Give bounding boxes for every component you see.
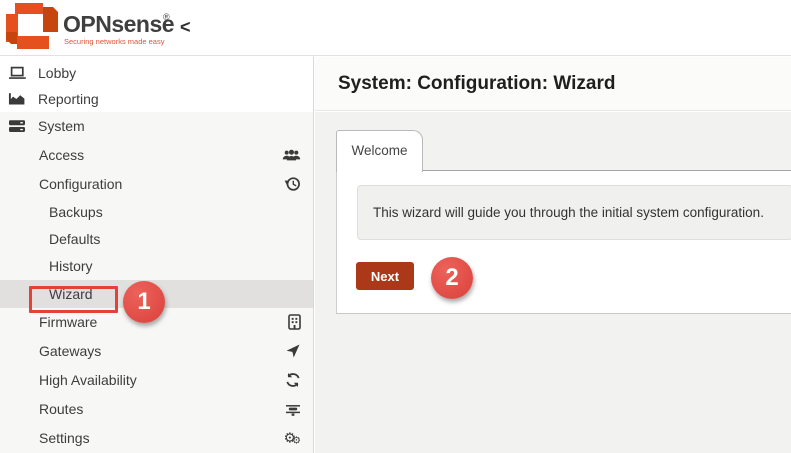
sidebar-item-label: Settings [39,430,90,446]
wizard-info-box: This wizard will guide you through the i… [357,185,791,240]
refresh-icon [285,372,301,388]
page-title: System: Configuration: Wizard [315,57,791,111]
wizard-info-text: This wizard will guide you through the i… [373,205,764,220]
header-bar: OPNsense ® Securing networks made easy < [0,0,791,56]
tab-welcome[interactable]: Welcome [336,130,423,172]
brand-tagline: Securing networks made easy [64,37,164,46]
sidebar-item-settings[interactable]: Settings ⚙ ⚙ [0,424,313,453]
registered-mark: ® [163,12,170,22]
sidebar-item-label: Wizard [49,286,93,302]
sliders-icon [285,401,301,417]
sidebar-item-label: High Availability [39,372,137,388]
sidebar-item-label: Firmware [39,314,97,330]
main-area: System: Configuration: Wizard Welcome Th… [315,57,791,453]
system-section: System Access Configuration [0,112,313,453]
sidebar-item-gateways[interactable]: Gateways [0,337,313,366]
sidebar-item-label: System [38,118,85,134]
sidebar-item-system[interactable]: System [0,112,313,141]
sidebar-item-label: Defaults [49,231,100,247]
gears-icon: ⚙ ⚙ [283,430,301,447]
tab-label: Welcome [351,143,407,158]
sidebar-item-configuration[interactable]: Configuration [0,170,313,199]
sidebar-item-label: Configuration [39,176,122,192]
opnsense-window: OPNsense ® Securing networks made easy <… [0,0,791,453]
laptop-icon [8,65,38,81]
building-icon [288,314,301,330]
sidebar-item-label: Backups [49,204,103,220]
location-arrow-icon [285,343,301,359]
server-icon [8,118,38,134]
tab-content-panel: This wizard will guide you through the i… [336,170,791,314]
sidebar-item-access[interactable]: Access [0,141,313,170]
content-area: Welcome This wizard will guide you throu… [315,112,791,453]
sidebar-item-label: Gateways [39,343,101,359]
sidebar-item-history[interactable]: History [0,253,313,280]
sidebar-item-reporting[interactable]: Reporting [0,86,313,112]
sidebar-item-label: Routes [39,401,83,417]
opnsense-logo-icon [6,3,58,54]
brand-name: OPNsense [63,11,174,38]
sidebar-item-label: Access [39,147,84,163]
sidebar-item-defaults[interactable]: Defaults [0,226,313,253]
users-icon [282,147,301,163]
sidebar-collapse-icon[interactable]: < [180,14,191,40]
sidebar-item-label: History [49,258,93,274]
sidebar-item-backups[interactable]: Backups [0,199,313,226]
sidebar-item-firmware[interactable]: Firmware [0,308,313,337]
sidebar-item-lobby[interactable]: Lobby [0,60,313,86]
history-icon [284,176,301,192]
sidebar-item-high-availability[interactable]: High Availability [0,366,313,395]
sidebar-item-label: Reporting [38,91,99,107]
sidebar-item-label: Lobby [38,65,76,81]
area-chart-icon [8,91,38,107]
sidebar-item-routes[interactable]: Routes [0,395,313,424]
next-button[interactable]: Next [356,262,414,290]
sidebar-item-wizard[interactable]: Wizard [0,280,313,308]
sidebar-nav: Lobby Reporting [0,57,314,453]
page-title-band: System: Configuration: Wizard [315,57,791,111]
